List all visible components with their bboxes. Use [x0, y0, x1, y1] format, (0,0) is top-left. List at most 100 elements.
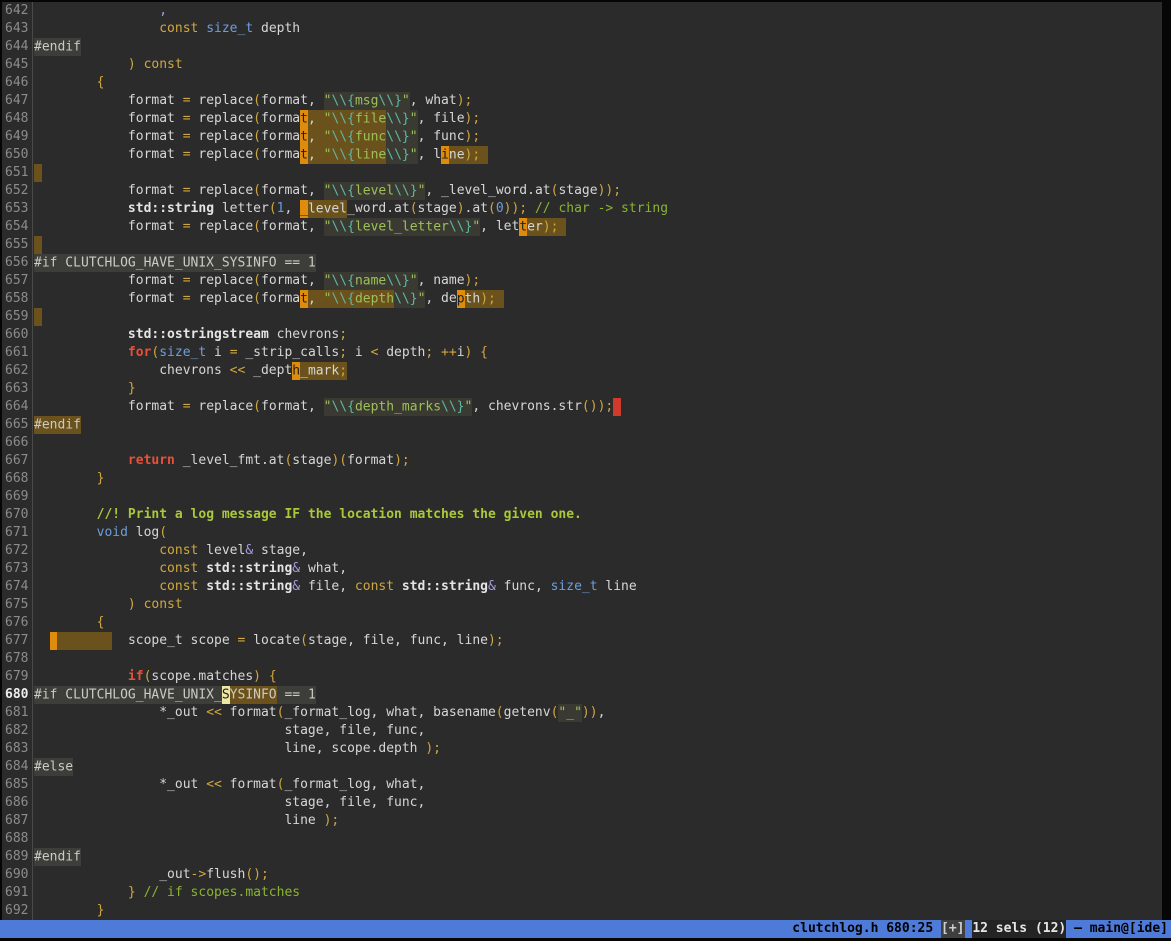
- line-number: 648: [2, 110, 33, 128]
- code-line[interactable]: 665#endif: [2, 416, 1162, 434]
- line-number: 681: [2, 704, 33, 722]
- code-line[interactable]: 649 format = replace(format, "\\{func\\}…: [2, 128, 1162, 146]
- code-line[interactable]: 679 if(scope.matches) {: [2, 668, 1162, 686]
- code-token: //! Print a log message IF the location …: [97, 507, 582, 522]
- string-highlight: \\{: [331, 92, 354, 110]
- code-line[interactable]: 660 std::ostringstream chevrons;: [2, 326, 1162, 344]
- selection: ;: [339, 362, 347, 380]
- code-token: #if CLUTCHLOG_HAVE_UNIX_: [34, 686, 222, 704]
- code-line[interactable]: 680#if CLUTCHLOG_HAVE_UNIX_SYSINFO == 1: [2, 686, 1162, 704]
- code-token: , what: [410, 93, 457, 108]
- code-line[interactable]: 667 return _level_fmt.at(stage)(format);: [2, 452, 1162, 470]
- code-text: [33, 650, 1162, 668]
- code-line[interactable]: 692 }: [2, 902, 1162, 920]
- code-token: #endif: [34, 848, 81, 866]
- code-text: ) const: [33, 596, 1162, 614]
- line-number: 644: [2, 38, 33, 56]
- code-line[interactable]: 646 {: [2, 74, 1162, 92]
- code-line[interactable]: 656#if CLUTCHLOG_HAVE_UNIX_SYSINFO == 1: [2, 254, 1162, 272]
- code-line[interactable]: 682 stage, file, func,: [2, 722, 1162, 740]
- code-line[interactable]: 643 const size_t depth: [2, 20, 1162, 38]
- string-highlight: \\{: [331, 272, 354, 290]
- code-token: )): [582, 705, 598, 720]
- code-editor[interactable]: 642 ,643 const size_t depth644#endif645 …: [2, 2, 1162, 920]
- code-token: ());: [582, 399, 613, 414]
- code-line[interactable]: 657 format = replace(format, "\\{name\\}…: [2, 272, 1162, 290]
- code-token: ++: [441, 345, 457, 360]
- code-line[interactable]: 673 const std::string& what,: [2, 560, 1162, 578]
- code-line[interactable]: 669: [2, 488, 1162, 506]
- code-line[interactable]: 658 format = replace(format, "\\{depth\\…: [2, 290, 1162, 308]
- code-line[interactable]: 659: [2, 308, 1162, 326]
- code-token: // if scopes.matches: [144, 885, 301, 900]
- code-token: [394, 579, 402, 594]
- string-highlight: ": [402, 92, 410, 110]
- code-token: =: [183, 129, 191, 144]
- code-line[interactable]: 678: [2, 650, 1162, 668]
- code-token: format: [34, 291, 183, 306]
- selection: depth: [355, 290, 394, 308]
- code-line[interactable]: 671 void log(: [2, 524, 1162, 542]
- line-number: 652: [2, 182, 33, 200]
- code-line[interactable]: 689#endif: [2, 848, 1162, 866]
- code-line[interactable]: 664 format = replace(format, "\\{depth_m…: [2, 398, 1162, 416]
- code-line[interactable]: 647 format = replace(format, "\\{msg\\}"…: [2, 92, 1162, 110]
- code-line[interactable]: 650 format = replace(format, "\\{line\\}…: [2, 146, 1162, 164]
- code-token: }: [97, 903, 105, 918]
- code-token: replace: [191, 111, 254, 126]
- code-line[interactable]: 642 ,: [2, 2, 1162, 20]
- line-number: 650: [2, 146, 33, 164]
- code-token: #else: [34, 758, 73, 776]
- code-line[interactable]: 688: [2, 830, 1162, 848]
- code-line[interactable]: 648 format = replace(format, "\\{file\\}…: [2, 110, 1162, 128]
- code-text: [33, 236, 1162, 254]
- code-line[interactable]: 663 }: [2, 380, 1162, 398]
- code-line[interactable]: 668 }: [2, 470, 1162, 488]
- code-line[interactable]: 684#else: [2, 758, 1162, 776]
- selection: ,: [308, 146, 324, 164]
- code-token: _strip_calls: [238, 345, 340, 360]
- code-text: }: [33, 902, 1162, 920]
- code-token: stage, file, func,: [34, 723, 425, 738]
- code-token: format,: [261, 219, 324, 234]
- code-line[interactable]: 655: [2, 236, 1162, 254]
- code-token: void: [97, 525, 128, 540]
- code-line[interactable]: 654 format = replace(format, "\\{level_l…: [2, 218, 1162, 236]
- code-line[interactable]: 687 line );: [2, 812, 1162, 830]
- code-line[interactable]: 666: [2, 434, 1162, 452]
- code-token: line: [598, 579, 637, 594]
- line-number: 691: [2, 884, 33, 902]
- string-highlight: ": [410, 110, 418, 128]
- code-line[interactable]: 681 *_out << format(_format_log, what, b…: [2, 704, 1162, 722]
- code-line[interactable]: 685 *_out << format(_format_log, what,: [2, 776, 1162, 794]
- code-line[interactable]: 677 scope_t scope = locate(stage, file, …: [2, 632, 1162, 650]
- code-line[interactable]: 661 for(size_t i = _strip_calls; i < dep…: [2, 344, 1162, 362]
- line-number: 677: [2, 632, 33, 650]
- code-line[interactable]: 670 //! Print a log message IF the locat…: [2, 506, 1162, 524]
- code-token: , _level_word.at: [425, 183, 550, 198]
- code-line[interactable]: 651: [2, 164, 1162, 182]
- code-line[interactable]: 672 const level& stage,: [2, 542, 1162, 560]
- code-line[interactable]: 676 {: [2, 614, 1162, 632]
- code-line[interactable]: 645 ) const: [2, 56, 1162, 74]
- string-highlight: msg: [355, 92, 378, 110]
- code-line[interactable]: 674 const std::string& file, const std::…: [2, 578, 1162, 596]
- code-line[interactable]: 691 } // if scopes.matches: [2, 884, 1162, 902]
- string-highlight: depth_marks: [355, 398, 441, 416]
- code-token: [261, 669, 269, 684]
- selection: ,: [308, 290, 324, 308]
- code-token: scope.matches: [151, 669, 253, 684]
- code-token: replace: [191, 147, 254, 162]
- code-line[interactable]: 653 std::string letter(1, _level_word.at…: [2, 200, 1162, 218]
- code-token: std::string: [402, 579, 488, 594]
- string-highlight: level: [355, 182, 394, 200]
- code-line[interactable]: 675 ) const: [2, 596, 1162, 614]
- code-line[interactable]: 662 chevrons << _depth_mark;: [2, 362, 1162, 380]
- code-line[interactable]: 652 format = replace(format, "\\{level\\…: [2, 182, 1162, 200]
- code-line[interactable]: 683 line, scope.depth );: [2, 740, 1162, 758]
- string-highlight: \\{: [331, 398, 354, 416]
- code-line[interactable]: 690 _out->flush();: [2, 866, 1162, 884]
- code-line[interactable]: 644#endif: [2, 38, 1162, 56]
- code-line[interactable]: 686 stage, file, func,: [2, 794, 1162, 812]
- selection: line: [355, 146, 386, 164]
